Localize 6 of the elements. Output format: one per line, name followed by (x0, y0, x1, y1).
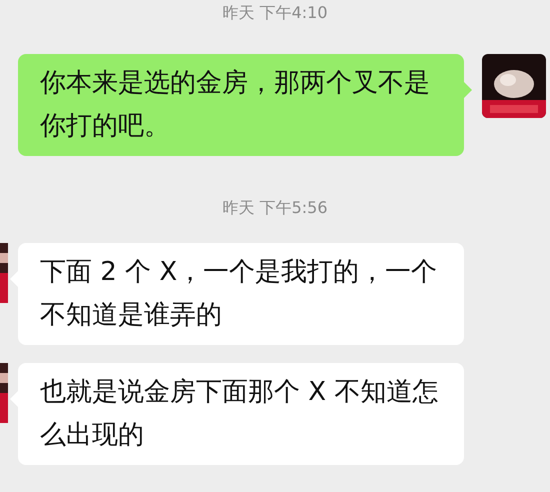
message-bubble: 也就是说金房下面那个 X 不知道怎么出现的 (18, 363, 464, 465)
timestamp: 昨天 下午4:10 (221, 2, 328, 24)
message-bubble: 下面 2 个 X，一个是我打的，一个不知道是谁弄的 (18, 243, 464, 345)
timestamp: 昨天 下午5:56 (221, 197, 328, 219)
bubble-tail (464, 82, 472, 98)
message-bubble: 你本来是选的金房，那两个叉不是你打的吧。 (18, 54, 464, 156)
